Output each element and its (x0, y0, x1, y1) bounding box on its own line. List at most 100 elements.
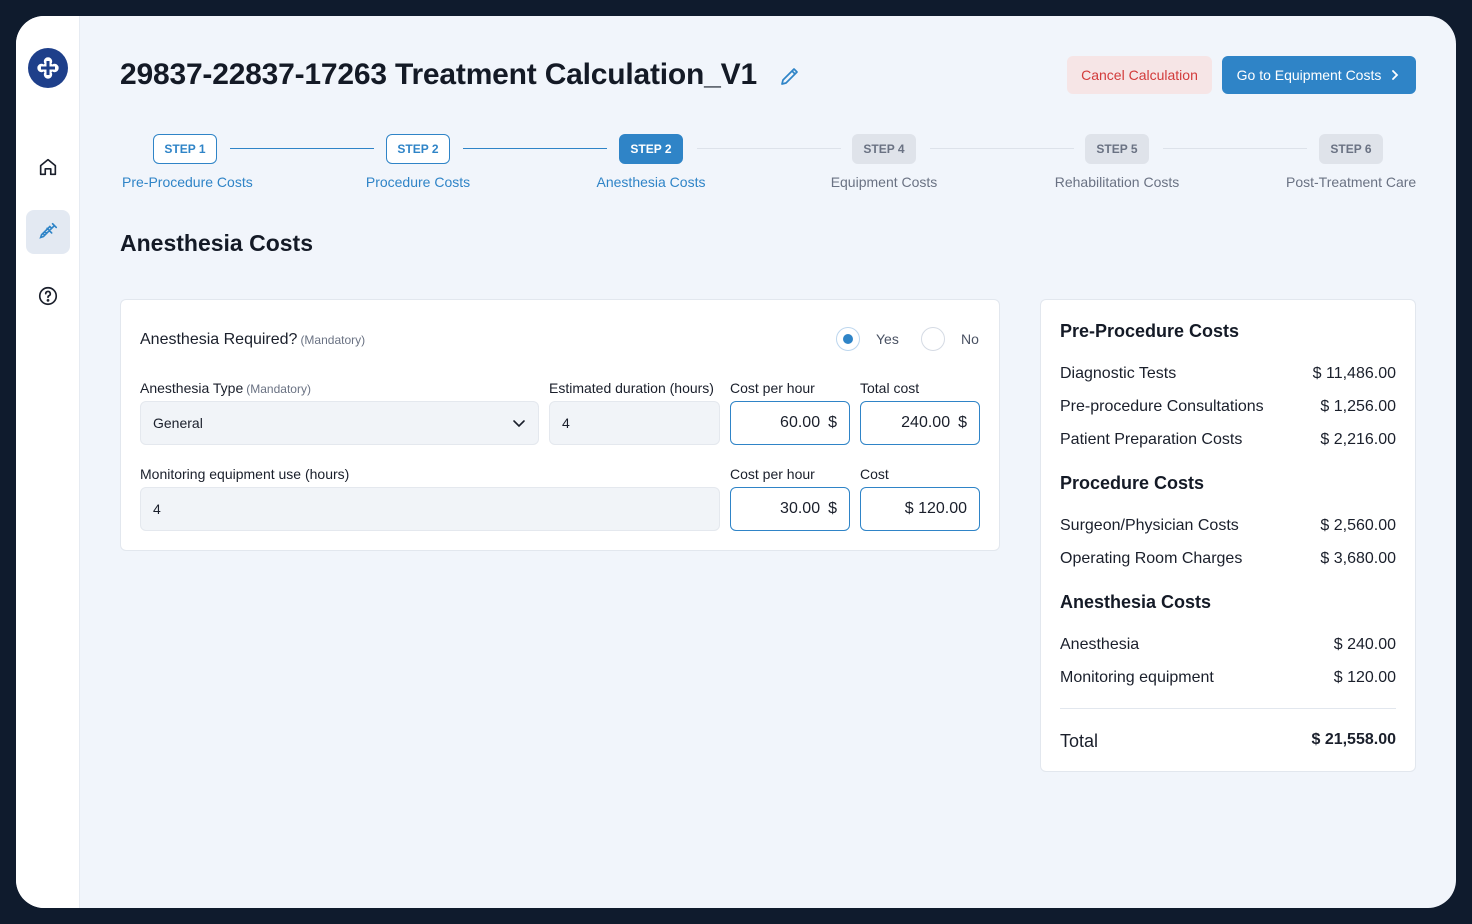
monitoring-cost-input[interactable]: $ 120.00 (860, 487, 980, 531)
app-window: 29837-22837-17263 Treatment Calculation_… (16, 16, 1456, 908)
currency-symbol: $ (828, 500, 837, 517)
anesthesia-type-text: Anesthesia Type (140, 380, 244, 396)
nav-home[interactable] (26, 145, 70, 189)
anesthesia-form-card: Anesthesia Required? (Mandatory) Yes No A… (120, 299, 1000, 551)
step-badge: STEP 5 (1085, 134, 1149, 164)
summary-row-label: Patient Preparation Costs (1060, 431, 1243, 448)
cancel-calculation-button[interactable]: Cancel Calculation (1067, 56, 1212, 94)
summary-row-label: Pre-procedure Consultations (1060, 398, 1264, 415)
summary-divider (1060, 708, 1396, 709)
summary-row: Diagnostic Tests $ 11,486.00 (1060, 365, 1396, 383)
step-procedure[interactable]: STEP 2 Procedure Costs (354, 134, 482, 190)
anesthesia-type-label: Anesthesia Type (Mandatory) (140, 380, 311, 396)
cost-per-hour-value: 60.00 (780, 414, 821, 431)
anesthesia-type-select[interactable]: General (140, 401, 539, 445)
chevron-right-icon (1392, 70, 1399, 80)
help-icon (38, 286, 58, 306)
duration-value: 4 (562, 415, 570, 431)
summary-row-amount: $ 2,560.00 (1320, 517, 1396, 534)
step-badge: STEP 6 (1319, 134, 1383, 164)
total-cost-value: 240.00 (901, 414, 951, 431)
chevron-down-icon (513, 420, 525, 428)
question-text: Anesthesia Required? (140, 331, 298, 348)
step-pre-procedure[interactable]: STEP 1 Pre-Procedure Costs (122, 134, 253, 190)
next-button-label: Go to Equipment Costs (1236, 67, 1382, 83)
summary-group-title: Pre-Procedure Costs (1060, 321, 1240, 341)
duration-input[interactable]: 4 (549, 401, 720, 445)
summary-row: Patient Preparation Costs $ 2,216.00 (1060, 431, 1396, 449)
step-badge: STEP 4 (852, 134, 916, 164)
monitoring-hours-input[interactable]: 4 (140, 487, 720, 531)
currency-symbol: $ (828, 414, 837, 431)
summary-row: Pre-procedure Consultations $ 1,256.00 (1060, 398, 1396, 416)
monitoring-hours-value: 4 (153, 501, 161, 517)
summary-row: Surgeon/Physician Costs $ 2,560.00 (1060, 517, 1396, 535)
mandatory-hint: (Mandatory) (300, 333, 366, 347)
cost-per-hour-label: Cost per hour (730, 380, 815, 396)
radio-no[interactable] (921, 327, 945, 351)
total-cost-input[interactable]: 240.00 $ (860, 401, 980, 445)
home-icon (39, 158, 57, 176)
step-connector (230, 148, 374, 149)
total-cost-label: Total cost (860, 380, 920, 396)
cost-summary-card: Pre-Procedure Costs Diagnostic Tests $ 1… (1040, 299, 1416, 772)
anesthesia-required-label: Anesthesia Required? (Mandatory) (140, 331, 365, 349)
summary-group-title: Procedure Costs (1060, 473, 1205, 493)
step-badge: STEP 2 (619, 134, 683, 164)
go-to-equipment-costs-button[interactable]: Go to Equipment Costs (1222, 56, 1416, 94)
page-title: 29837-22837-17263 Treatment Calculation_… (120, 58, 757, 91)
monitoring-cost-per-hour-label: Cost per hour (730, 466, 815, 482)
radio-yes-label: Yes (876, 331, 899, 347)
summary-row-amount: $ 240.00 (1333, 636, 1396, 653)
sidebar (16, 16, 80, 908)
mandatory-hint: (Mandatory) (246, 382, 311, 396)
monitoring-cost-label: Cost (860, 466, 889, 482)
radio-yes[interactable] (836, 327, 860, 351)
monitoring-cost-per-hour-input[interactable]: 30.00 $ (730, 487, 850, 531)
summary-row-label: Surgeon/Physician Costs (1060, 517, 1239, 534)
nav-calculation[interactable] (26, 210, 70, 254)
step-label: Post-Treatment Care (1286, 174, 1417, 190)
summary-row-amount: $ 2,216.00 (1320, 431, 1396, 448)
duration-label: Estimated duration (hours) (549, 380, 714, 396)
summary-total: Total $ 21,558.00 (1060, 731, 1396, 752)
step-equipment[interactable]: STEP 4 Equipment Costs (820, 134, 948, 190)
summary-row-amount: $ 120.00 (1333, 669, 1396, 686)
total-label: Total (1060, 731, 1099, 751)
summary-row-label: Monitoring equipment (1060, 669, 1214, 686)
step-label: Rehabilitation Costs (1054, 174, 1180, 190)
summary-row-amount: $ 1,256.00 (1320, 398, 1396, 415)
summary-row-amount: $ 3,680.00 (1320, 550, 1396, 567)
summary-row: Monitoring equipment $ 120.00 (1060, 669, 1396, 687)
step-label: Equipment Costs (830, 174, 938, 190)
summary-row: Anesthesia $ 240.00 (1060, 636, 1396, 654)
summary-row-label: Operating Room Charges (1060, 550, 1243, 567)
currency-symbol: $ (958, 414, 967, 431)
section-title: Anesthesia Costs (120, 230, 314, 256)
summary-row-label: Diagnostic Tests (1060, 365, 1177, 382)
monitoring-label: Monitoring equipment use (hours) (140, 466, 350, 482)
radio-no-label: No (961, 331, 979, 347)
monitoring-cph-value: 30.00 (780, 500, 821, 517)
step-label: Anesthesia Costs (596, 174, 706, 190)
monitoring-cost-value: $ 120.00 (904, 500, 967, 517)
step-rehabilitation[interactable]: STEP 5 Rehabilitation Costs (1046, 134, 1188, 190)
step-label: Procedure Costs (365, 174, 471, 190)
anesthesia-type-value: General (153, 415, 203, 431)
summary-row: Operating Room Charges $ 3,680.00 (1060, 550, 1396, 568)
step-badge: STEP 2 (386, 134, 450, 164)
step-post-treatment[interactable]: STEP 6 Post-Treatment Care (1286, 134, 1416, 190)
nav-help[interactable] (26, 274, 70, 318)
summary-group-title: Anesthesia Costs (1060, 592, 1212, 612)
syringe-icon (39, 222, 58, 239)
pencil-icon[interactable] (778, 64, 802, 88)
main-content: 29837-22837-17263 Treatment Calculation_… (80, 16, 1456, 908)
step-badge: STEP 1 (153, 134, 217, 164)
summary-row-amount: $ 11,486.00 (1312, 365, 1396, 382)
step-label: Pre-Procedure Costs (122, 174, 253, 190)
cost-per-hour-input[interactable]: 60.00 $ (730, 401, 850, 445)
summary-row-label: Anesthesia (1060, 636, 1140, 653)
step-anesthesia[interactable]: STEP 2 Anesthesia Costs (587, 134, 715, 190)
step-connector (463, 148, 607, 149)
logo-icon[interactable] (28, 48, 68, 88)
